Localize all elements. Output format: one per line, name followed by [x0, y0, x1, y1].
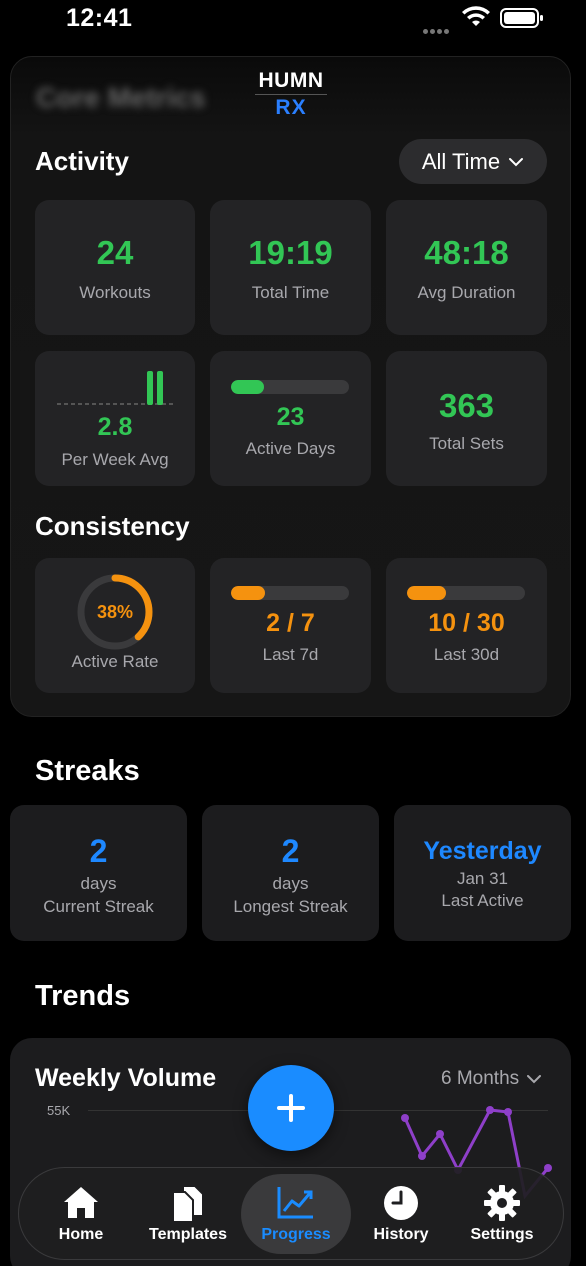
app-logo: HUMN RX [253, 70, 329, 119]
activity-heading: Activity [35, 146, 129, 176]
longest-streak-unit: days [272, 874, 309, 893]
last-7d-value: 2 / 7 [266, 609, 315, 637]
total-sets-tile[interactable]: 363 Total Sets [386, 351, 547, 486]
last-30d-bar [407, 586, 525, 600]
tab-progress-label: Progress [261, 1226, 331, 1243]
active-days-bar [231, 380, 349, 394]
range-label: 6 Months [441, 1068, 520, 1089]
y-axis-tick: 55K [47, 1103, 71, 1118]
tab-history[interactable]: History [346, 1174, 456, 1254]
status-bar: 12:41 [0, 0, 586, 40]
tab-settings-label: Settings [470, 1226, 534, 1243]
longest-streak-label: Longest Streak [233, 897, 348, 916]
time-filter-dropdown[interactable]: All Time [399, 139, 547, 184]
total-time-label: Total Time [251, 283, 330, 302]
avg-duration-tile[interactable]: 48:18 Avg Duration [386, 200, 547, 335]
last-7d-bar [231, 586, 349, 600]
chevron-down-icon [509, 157, 524, 166]
total-time-value: 19:19 [248, 234, 333, 271]
avg-duration-value: 48:18 [424, 234, 509, 271]
home-icon [64, 1187, 98, 1218]
plus-icon [277, 1094, 305, 1122]
workouts-tile[interactable]: 24 Workouts [35, 200, 195, 335]
gear-icon [484, 1185, 520, 1221]
current-streak-value: 2 [89, 833, 108, 869]
tab-bar: Home Templates Progress History Settings [18, 1167, 564, 1260]
tab-home[interactable]: Home [26, 1174, 136, 1254]
active-rate-label: Active Rate [71, 652, 159, 671]
tab-templates[interactable]: Templates [133, 1174, 243, 1254]
progress-chart-icon [277, 1187, 313, 1219]
active-days-value: 23 [276, 403, 305, 431]
current-streak-unit: days [80, 874, 117, 893]
time-filter-label: All Time [421, 148, 501, 174]
tab-history-label: History [373, 1226, 429, 1243]
chevron-down-icon [527, 1074, 542, 1083]
current-streak-label: Current Streak [43, 897, 154, 916]
longest-streak-value: 2 [281, 833, 300, 869]
trends-heading: Trends [35, 980, 131, 1012]
last-30d-label: Last 30d [433, 645, 500, 664]
templates-icon [172, 1185, 204, 1223]
core-metrics-title: Core Metrics [36, 82, 206, 113]
range-dropdown[interactable]: 6 Months [441, 1068, 542, 1090]
battery-icon [500, 8, 543, 28]
workouts-label: Workouts [79, 283, 151, 302]
clock-icon [384, 1186, 418, 1220]
wifi-icon [462, 6, 490, 26]
last-active-value: Yesterday [423, 837, 542, 865]
total-sets-label: Total Sets [429, 434, 504, 453]
tab-home-label: Home [58, 1226, 104, 1243]
last-30d-bar-fill [407, 586, 447, 600]
last-7d-bar-fill [231, 586, 265, 600]
active-rate-value: 38% [96, 602, 134, 622]
total-time-tile[interactable]: 19:19 Total Time [210, 200, 371, 335]
last-30d-tile[interactable]: 10 / 30 Last 30d [386, 558, 547, 693]
per-week-avg-tile[interactable]: 2.8 Per Week Avg [35, 351, 195, 486]
logo-top-text: HUMN [258, 69, 324, 92]
last-7d-label: Last 7d [262, 645, 319, 664]
active-rate-tile[interactable]: 38% Active Rate [35, 558, 195, 693]
last-active-date: Jan 31 [456, 869, 509, 888]
cellular-signal-icon [423, 21, 451, 39]
longest-streak-tile[interactable]: 2 days Longest Streak [202, 805, 379, 941]
add-workout-button[interactable] [248, 1065, 334, 1151]
last-7d-tile[interactable]: 2 / 7 Last 7d [210, 558, 371, 693]
active-days-tile[interactable]: 23 Active Days [210, 351, 371, 486]
current-streak-tile[interactable]: 2 days Current Streak [10, 805, 187, 941]
weekly-volume-title: Weekly Volume [35, 1064, 217, 1092]
consistency-heading: Consistency [35, 511, 190, 541]
total-sets-value: 363 [438, 387, 495, 424]
last-active-label: Last Active [441, 891, 524, 910]
active-days-bar-fill [231, 380, 265, 394]
last-30d-value: 10 / 30 [428, 609, 505, 637]
status-time: 12:41 [66, 4, 133, 32]
tab-progress[interactable]: Progress [241, 1174, 351, 1254]
avg-duration-label: Avg Duration [417, 283, 516, 302]
tab-templates-label: Templates [149, 1226, 227, 1243]
tab-settings[interactable]: Settings [447, 1174, 557, 1254]
logo-bottom-text: RX [275, 96, 307, 119]
per-week-avg-label: Per Week Avg [61, 450, 169, 469]
weekly-sparkline-icon [57, 371, 173, 405]
last-active-tile[interactable]: Yesterday Jan 31 Last Active [394, 805, 571, 941]
active-days-label: Active Days [245, 439, 336, 458]
per-week-avg-value: 2.8 [97, 413, 133, 441]
streaks-heading: Streaks [35, 755, 140, 787]
workouts-value: 24 [96, 234, 134, 271]
